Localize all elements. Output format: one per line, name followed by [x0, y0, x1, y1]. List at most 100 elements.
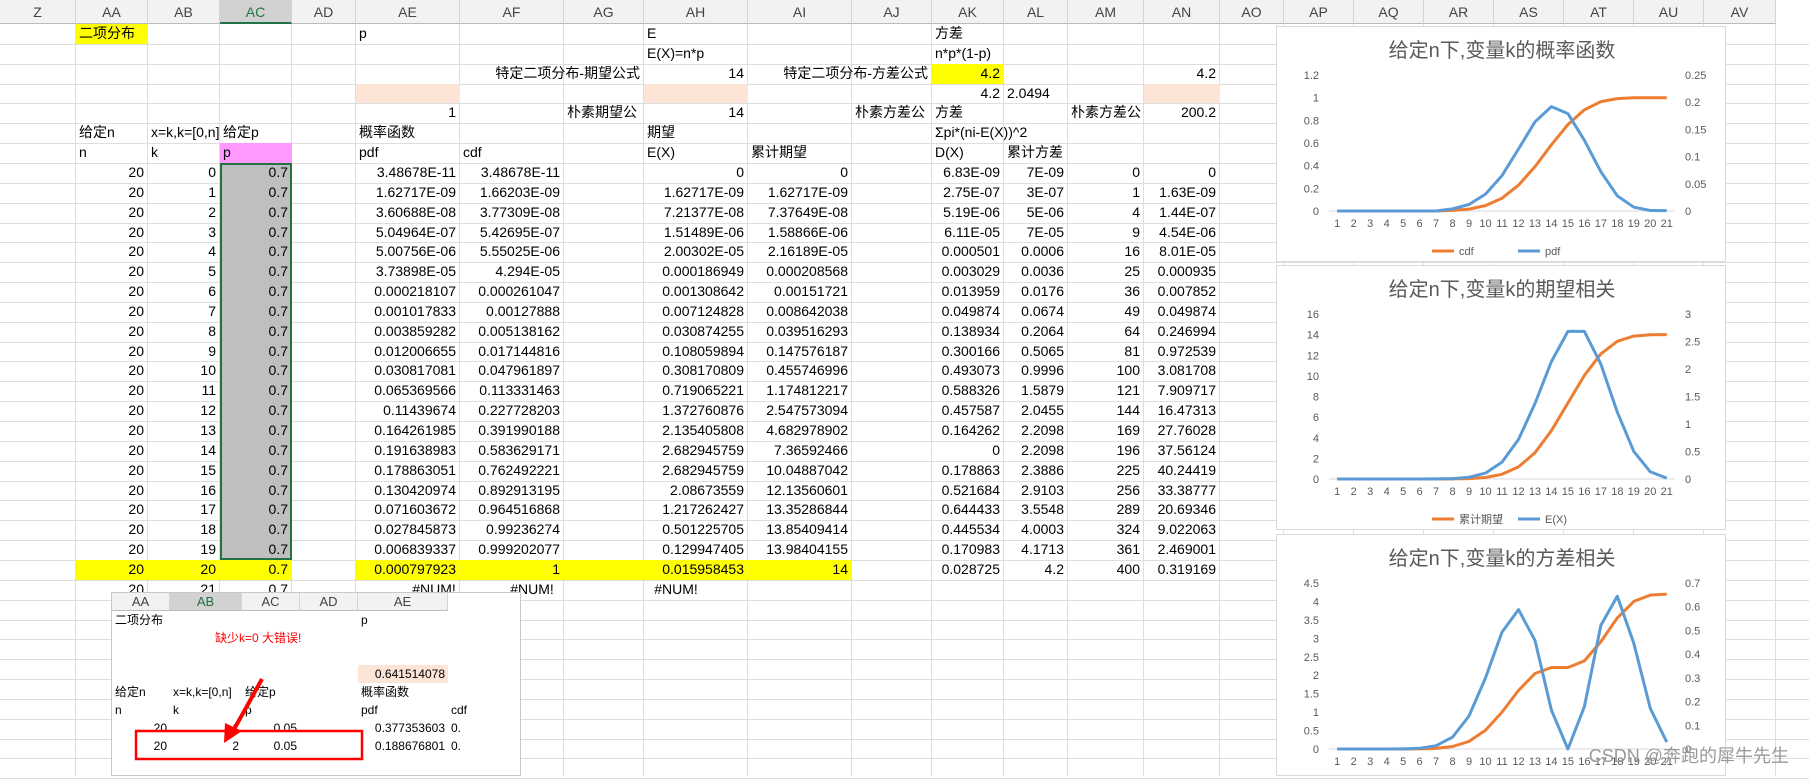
table-cell[interactable]: 0.5065 — [1004, 342, 1068, 361]
table-cell[interactable]: 20 — [76, 163, 148, 182]
table-cell[interactable]: 0.015958453 — [644, 560, 748, 579]
table-cell[interactable]: 100 — [1068, 361, 1144, 380]
table-cell[interactable]: 0.308170809 — [644, 361, 748, 380]
var-formula-value-2[interactable]: 4.2 — [1144, 64, 1220, 83]
column-header-av[interactable]: AV — [1704, 0, 1776, 24]
table-cell[interactable]: 13.98404155 — [748, 540, 852, 559]
table-cell[interactable]: 0.113331463 — [460, 381, 564, 400]
table-cell[interactable]: 0.7 — [220, 441, 292, 460]
table-cell[interactable]: 0.017144816 — [460, 342, 564, 361]
table-cell[interactable]: 0.007852 — [1144, 282, 1220, 301]
column-header-am[interactable]: AM — [1068, 0, 1144, 24]
table-cell[interactable]: 324 — [1068, 520, 1144, 539]
table-cell[interactable]: 2 — [148, 203, 220, 222]
var-formula-label[interactable]: 特定二项分布-方差公式 — [748, 64, 932, 83]
table-cell[interactable]: 0.7 — [220, 540, 292, 559]
table-cell[interactable]: 1.62717E-09 — [356, 183, 460, 202]
table-cell[interactable]: 0.319169 — [1144, 560, 1220, 579]
table-cell[interactable]: 6.83E-09 — [932, 163, 1004, 182]
table-cell[interactable]: 10.04887042 — [748, 461, 852, 480]
table-cell[interactable]: 2.682945759 — [644, 441, 748, 460]
table-cell[interactable]: 2.3886 — [1004, 461, 1068, 480]
table-cell[interactable]: 1.174812217 — [748, 381, 852, 400]
table-cell[interactable]: 7 — [148, 302, 220, 321]
table-cell[interactable]: 16 — [148, 481, 220, 500]
table-cell[interactable]: 0.7 — [220, 401, 292, 420]
table-cell[interactable]: 6.11E-05 — [932, 223, 1004, 242]
table-cell[interactable]: 20 — [76, 203, 148, 222]
table-cell[interactable]: 0.246994 — [1144, 322, 1220, 341]
table-cell[interactable]: 0.000208568 — [748, 262, 852, 281]
table-cell[interactable]: 0.455746996 — [748, 361, 852, 380]
table-cell[interactable]: 0.0006 — [1004, 242, 1068, 261]
table-cell[interactable]: 0.11439674 — [356, 401, 460, 420]
e-label[interactable]: E — [644, 24, 656, 43]
table-cell[interactable]: 0.99236274 — [460, 520, 564, 539]
table-cell[interactable]: 0.7 — [220, 560, 292, 579]
column-header-ag[interactable]: AG — [564, 0, 644, 24]
table-cell[interactable]: 20 — [76, 520, 148, 539]
table-cell[interactable]: 0.719065221 — [644, 381, 748, 400]
e-formula[interactable]: E(X)=n*p — [644, 44, 704, 63]
table-cell[interactable]: 0.164261985 — [356, 421, 460, 440]
table-cell[interactable]: 0.964516868 — [460, 500, 564, 519]
table-cell[interactable]: 0.007124828 — [644, 302, 748, 321]
table-cell[interactable]: 2.2098 — [1004, 421, 1068, 440]
table-cell[interactable]: 0 — [644, 163, 748, 182]
table-cell[interactable]: 20 — [76, 302, 148, 321]
table-cell[interactable]: 4 — [1068, 203, 1144, 222]
table-cell[interactable]: 3 — [148, 223, 220, 242]
table-cell[interactable]: 64 — [1068, 322, 1144, 341]
table-cell[interactable]: 0.7 — [220, 203, 292, 222]
table-cell[interactable]: 0.000261047 — [460, 282, 564, 301]
table-cell[interactable]: 0.065369566 — [356, 381, 460, 400]
table-cell[interactable]: 1.62717E-09 — [748, 183, 852, 202]
table-cell[interactable]: 9.022063 — [1144, 520, 1220, 539]
table-cell[interactable]: 2.75E-07 — [932, 183, 1004, 202]
chart-variance[interactable]: 给定n下,变量k的方差相关 0 0.5 1 1.5 2 2.5 3 3.5 4 4.5 0 0.1 0.2… — [1276, 534, 1726, 776]
table-cell[interactable]: 0 — [932, 441, 1004, 460]
table-cell[interactable]: 2.00302E-05 — [644, 242, 748, 261]
table-cell[interactable]: 20 — [76, 461, 148, 480]
table-cell[interactable]: 20 — [76, 361, 148, 380]
table-cell[interactable]: 0.005138162 — [460, 322, 564, 341]
table-cell[interactable]: 0.227728203 — [460, 401, 564, 420]
table-cell[interactable]: 0.130420974 — [356, 481, 460, 500]
table-cell[interactable]: 5 — [148, 262, 220, 281]
table-cell[interactable]: 2.16189E-05 — [748, 242, 852, 261]
table-cell[interactable]: 1.58866E-06 — [748, 223, 852, 242]
table-cell[interactable]: 20 — [76, 262, 148, 281]
column-header-aj[interactable]: AJ — [852, 0, 932, 24]
table-cell[interactable]: 0.7 — [220, 520, 292, 539]
var-formula-value[interactable]: 4.2 — [932, 64, 1004, 83]
table-cell[interactable]: 400 — [1068, 560, 1144, 579]
expect-formula-label[interactable]: 特定二项分布-期望公式 — [400, 64, 644, 83]
table-cell[interactable]: 2.135405808 — [644, 421, 748, 440]
table-cell[interactable]: 20 — [76, 500, 148, 519]
table-cell[interactable]: 1.372760876 — [644, 401, 748, 420]
table-cell[interactable]: 7.36592466 — [748, 441, 852, 460]
table-cell[interactable]: 2.2098 — [1004, 441, 1068, 460]
table-cell[interactable]: 1.44E-07 — [1144, 203, 1220, 222]
table-cell[interactable]: 49 — [1068, 302, 1144, 321]
table-cell[interactable]: 0.7 — [220, 183, 292, 202]
table-cell[interactable]: 0.178863051 — [356, 461, 460, 480]
table-cell[interactable]: 0.7 — [220, 500, 292, 519]
table-cell[interactable]: 0.030817081 — [356, 361, 460, 380]
table-cell[interactable]: 256 — [1068, 481, 1144, 500]
table-cell[interactable]: 0.001017833 — [356, 302, 460, 321]
table-cell[interactable]: 33.38777 — [1144, 481, 1220, 500]
var-sum-formula[interactable]: Σpi*(ni-E(X))^2 — [932, 123, 1027, 142]
column-header-as[interactable]: AS — [1494, 0, 1564, 24]
table-cell[interactable]: 0.7 — [220, 461, 292, 480]
table-cell[interactable]: 37.56124 — [1144, 441, 1220, 460]
naive-expect-label[interactable]: 朴素期望公 — [564, 103, 637, 122]
table-cell[interactable]: 0.027845873 — [356, 520, 460, 539]
table-cell[interactable]: 0.493073 — [932, 361, 1004, 380]
table-cell[interactable]: 20 — [76, 401, 148, 420]
column-header-ap[interactable]: AP — [1284, 0, 1354, 24]
table-cell[interactable]: 5.19E-06 — [932, 203, 1004, 222]
table-cell[interactable]: 20 — [76, 242, 148, 261]
var-formula[interactable]: n*p*(1-p) — [932, 44, 991, 63]
table-cell[interactable]: 4 — [148, 242, 220, 261]
